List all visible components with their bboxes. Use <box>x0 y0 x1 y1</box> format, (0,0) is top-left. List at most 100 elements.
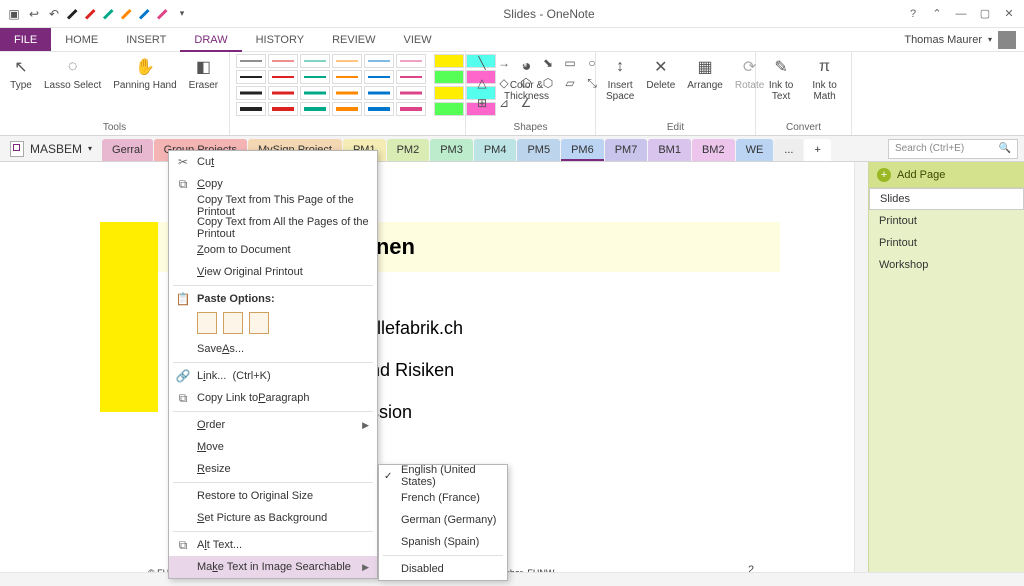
lasso-button[interactable]: ◌Lasso Select <box>40 54 105 93</box>
section-tab[interactable]: BM1 <box>648 139 691 161</box>
minimize-icon[interactable]: — <box>950 5 972 23</box>
ctx-paste-options-label: 📋Paste Options: <box>169 288 377 310</box>
section-tab[interactable]: WE <box>736 139 774 161</box>
copy-link-icon: ⧉ <box>175 391 191 406</box>
ctx-copy[interactable]: ⧉Copy <box>169 173 377 195</box>
section-tab[interactable]: PM5 <box>517 139 560 161</box>
ctx-cut[interactable]: ✂Cut <box>169 151 377 173</box>
section-tab[interactable]: PM4 <box>474 139 517 161</box>
tab-insert[interactable]: INSERT <box>112 28 180 51</box>
notebook-name: MASBEM <box>30 142 82 156</box>
ctx-move[interactable]: Move <box>169 436 377 458</box>
avatar <box>998 31 1016 49</box>
paste-keep-formatting-icon[interactable] <box>197 312 217 334</box>
section-tab[interactable]: PM3 <box>430 139 473 161</box>
highlight-mark <box>100 222 158 412</box>
ctx-ocr[interactable]: Make Text in Image Searchable▶ <box>169 556 377 578</box>
pen-teal-icon[interactable] <box>102 7 116 21</box>
tab-review[interactable]: REVIEW <box>318 28 389 51</box>
shapes-group-label: Shapes <box>472 122 589 135</box>
hand-icon: ✋ <box>134 56 156 78</box>
tab-view[interactable]: VIEW <box>389 28 445 51</box>
pen-red-icon[interactable] <box>84 7 98 21</box>
page-item[interactable]: Printout <box>869 232 1024 254</box>
ctx-link[interactable]: 🔗Link... (Ctrl+K) <box>169 365 377 387</box>
lang-es[interactable]: Spanish (Spain) <box>379 531 507 553</box>
ctx-alt-text[interactable]: ⧉Alt Text... <box>169 534 377 556</box>
section-tab[interactable]: PM2 <box>387 139 430 161</box>
page-panel: + Add Page SlidesPrintoutPrintoutWorksho… <box>868 162 1024 572</box>
close-icon[interactable]: ✕ <box>998 5 1020 23</box>
ctx-view-original[interactable]: View Original Printout <box>169 261 377 283</box>
lang-fr[interactable]: French (France) <box>379 487 507 509</box>
arrange-icon: ▦ <box>694 56 716 78</box>
ctx-order[interactable]: Order▶ <box>169 414 377 436</box>
notebook-icon <box>10 141 24 157</box>
type-button[interactable]: ↖Type <box>6 54 36 93</box>
vertical-scrollbar[interactable] <box>854 162 868 572</box>
page-item[interactable]: Slides <box>869 188 1024 210</box>
section-tab[interactable]: PM7 <box>605 139 648 161</box>
add-page-button[interactable]: + Add Page <box>869 162 1024 188</box>
scissors-icon: ✂ <box>175 155 191 169</box>
section-new[interactable]: + <box>804 139 830 161</box>
ribbon-collapse-icon[interactable]: ⌃ <box>926 5 948 23</box>
rotate-icon: ⟳ <box>739 56 761 78</box>
check-icon: ✓ <box>384 471 392 482</box>
help-icon[interactable]: ? <box>902 5 924 23</box>
restore-icon[interactable]: ▢ <box>974 5 996 23</box>
delete-button[interactable]: ✕Delete <box>642 54 679 93</box>
insert-space-icon: ↕ <box>609 56 631 78</box>
qat-customize-icon[interactable]: ▾ <box>174 6 190 22</box>
ink-math-icon: π <box>814 56 836 78</box>
horizontal-scrollbar[interactable] <box>0 572 1024 586</box>
lang-en[interactable]: ✓English (United States) <box>379 465 507 487</box>
tab-draw[interactable]: DRAW <box>180 28 241 51</box>
shapes-gallery[interactable]: ╲→↔⬊▭○ △◇⬠⬡▱⤡ ⊞⊿∠ <box>472 54 602 112</box>
pen-orange-icon[interactable] <box>120 7 134 21</box>
pen-blue-icon[interactable] <box>138 7 152 21</box>
ink-to-math-button[interactable]: πInk to Math <box>804 54 845 104</box>
paste-text-only-icon[interactable] <box>249 312 269 334</box>
ctx-save-as[interactable]: Save As... <box>169 338 377 360</box>
panning-button[interactable]: ✋Panning Hand <box>109 54 180 93</box>
ctx-resize[interactable]: Resize <box>169 458 377 480</box>
page-item[interactable]: Printout <box>869 210 1024 232</box>
section-tab[interactable]: BM2 <box>692 139 735 161</box>
section-more[interactable]: ... <box>774 139 803 161</box>
pen-pink-icon[interactable] <box>156 7 170 21</box>
eraser-button[interactable]: ◧Eraser <box>185 54 222 93</box>
ctx-copy-all[interactable]: Copy Text from All the Pages of the Prin… <box>169 217 377 239</box>
insert-space-button[interactable]: ↕Insert Space <box>602 54 638 104</box>
ctx-set-background[interactable]: Set Picture as Background <box>169 507 377 529</box>
arrange-button[interactable]: ▦Arrange <box>683 54 727 93</box>
section-tab[interactable]: Gerral <box>102 139 153 161</box>
lang-de[interactable]: German (Germany) <box>379 509 507 531</box>
plus-icon: + <box>877 168 891 182</box>
tab-file[interactable]: FILE <box>0 28 51 51</box>
tab-history[interactable]: HISTORY <box>242 28 319 51</box>
paste-merge-icon[interactable] <box>223 312 243 334</box>
copy-icon: ⧉ <box>175 177 191 192</box>
lang-disabled[interactable]: Disabled <box>379 558 507 580</box>
page-item[interactable]: Workshop <box>869 254 1024 276</box>
undo-icon[interactable]: ↶ <box>46 6 62 22</box>
ctx-copy-page[interactable]: Copy Text from This Page of the Printout <box>169 195 377 217</box>
section-tab[interactable]: PM6 <box>561 139 604 161</box>
eraser-icon: ◧ <box>192 56 214 78</box>
notebook-row: MASBEM ▾ GerralGroup ProjectsMySign Proj… <box>0 136 1024 162</box>
back-icon[interactable]: ↩ <box>26 6 42 22</box>
ctx-restore[interactable]: Restore to Original Size <box>169 485 377 507</box>
user-area[interactable]: Thomas Maurer ▾ <box>896 28 1024 51</box>
lasso-icon: ◌ <box>62 56 84 78</box>
pen-black-icon[interactable] <box>66 7 80 21</box>
notebook-selector[interactable]: MASBEM ▾ <box>0 141 102 157</box>
search-input[interactable]: Search (Ctrl+E) 🔍 <box>888 139 1018 159</box>
ctx-zoom[interactable]: Zoom to Document <box>169 239 377 261</box>
tab-home[interactable]: HOME <box>51 28 112 51</box>
rotate-button[interactable]: ⟳Rotate <box>731 54 768 93</box>
pen-gallery[interactable] <box>236 54 426 116</box>
search-icon: 🔍 <box>999 143 1011 154</box>
ctx-copy-link[interactable]: ⧉Copy Link to Paragraph <box>169 387 377 409</box>
convert-group-label: Convert <box>762 122 845 135</box>
